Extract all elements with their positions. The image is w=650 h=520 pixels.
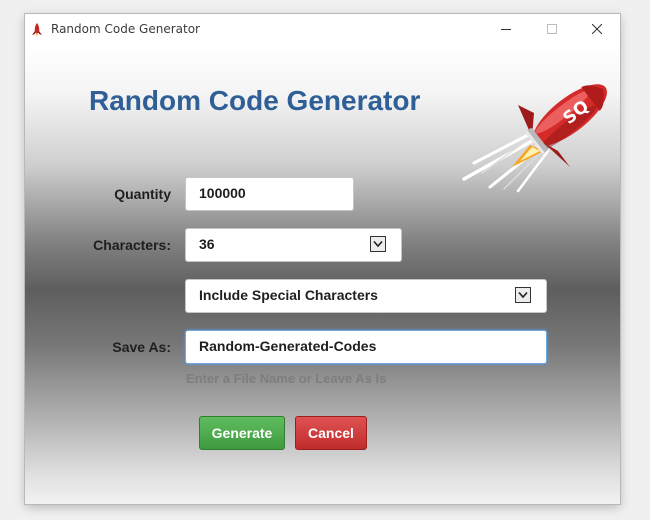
chevron-down-icon xyxy=(373,240,383,248)
special-dropdown-button[interactable] xyxy=(515,287,531,303)
window-title: Random Code Generator xyxy=(51,22,200,36)
save-as-input[interactable]: Random-Generated-Codes xyxy=(185,330,547,364)
quantity-label: Quantity xyxy=(114,186,171,202)
special-characters-value: Include Special Characters xyxy=(199,287,378,303)
characters-label: Characters: xyxy=(93,237,171,253)
maximize-button[interactable] xyxy=(529,14,575,45)
cancel-button[interactable]: Cancel xyxy=(295,416,367,450)
close-icon xyxy=(592,24,602,34)
save-as-hint: Enter a File Name or Leave As Is xyxy=(186,371,387,386)
characters-dropdown-button[interactable] xyxy=(370,236,386,252)
close-button[interactable] xyxy=(574,14,620,45)
minimize-button[interactable] xyxy=(483,14,529,45)
characters-value: 36 xyxy=(199,236,215,252)
rocket-logo: SQ xyxy=(462,84,607,193)
main-panel: Random Code Generator SQ Quantity 100000… xyxy=(25,45,620,504)
chevron-down-icon xyxy=(518,291,528,299)
quantity-value: 100000 xyxy=(199,185,246,201)
title-bar[interactable]: Random Code Generator xyxy=(25,14,620,45)
special-characters-select[interactable]: Include Special Characters xyxy=(185,279,547,313)
generate-button[interactable]: Generate xyxy=(199,416,285,450)
save-as-label: Save As: xyxy=(112,339,171,355)
maximize-icon xyxy=(547,24,557,34)
characters-select[interactable]: 36 xyxy=(185,228,402,262)
page-title: Random Code Generator xyxy=(89,85,421,116)
rocket-icon xyxy=(32,23,42,37)
minimize-icon xyxy=(501,29,511,30)
app-window: Random Code Generator Random Code Genera… xyxy=(25,14,620,504)
save-as-value: Random-Generated-Codes xyxy=(199,338,377,354)
quantity-input[interactable]: 100000 xyxy=(185,177,354,211)
